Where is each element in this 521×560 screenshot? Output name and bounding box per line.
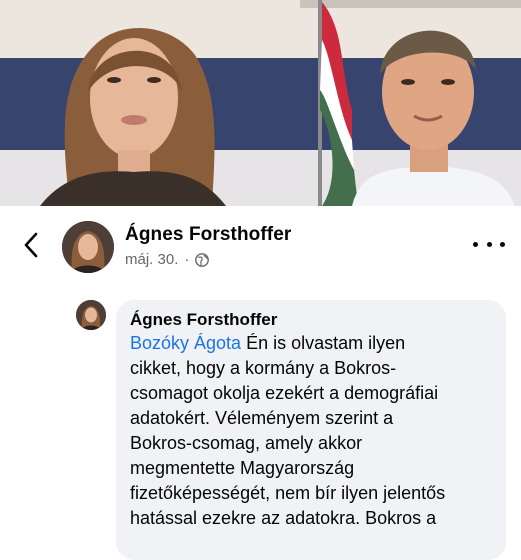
more-dot-icon — [473, 241, 478, 247]
chevron-left-icon — [23, 232, 39, 263]
comment-author-avatar[interactable] — [76, 300, 106, 330]
comment-mention[interactable]: Bozóky Ágota — [130, 333, 241, 353]
author-avatar[interactable] — [62, 221, 114, 273]
back-button[interactable] — [16, 232, 46, 262]
comment-body: Én is olvastam ilyen cikket, hogy a korm… — [130, 333, 446, 528]
comment-text: Bozóky Ágota Én is olvastam ilyen cikket… — [130, 331, 495, 531]
post-date[interactable]: máj. 30. — [125, 251, 178, 268]
post-photo[interactable] — [0, 0, 521, 206]
more-options-button[interactable] — [473, 232, 505, 256]
more-dot-icon — [500, 241, 505, 247]
meta-separator: · — [184, 251, 190, 268]
post-author-name[interactable]: Ágnes Forsthoffer — [125, 224, 291, 246]
photo-illustration — [0, 0, 521, 206]
avatar-image — [76, 300, 106, 330]
more-dot-icon — [486, 241, 492, 247]
avatar-image — [62, 221, 114, 273]
globe-icon — [195, 252, 210, 267]
post-meta: máj. 30. · — [125, 251, 210, 268]
comment-author-name[interactable]: Ágnes Forsthoffer — [130, 310, 277, 330]
